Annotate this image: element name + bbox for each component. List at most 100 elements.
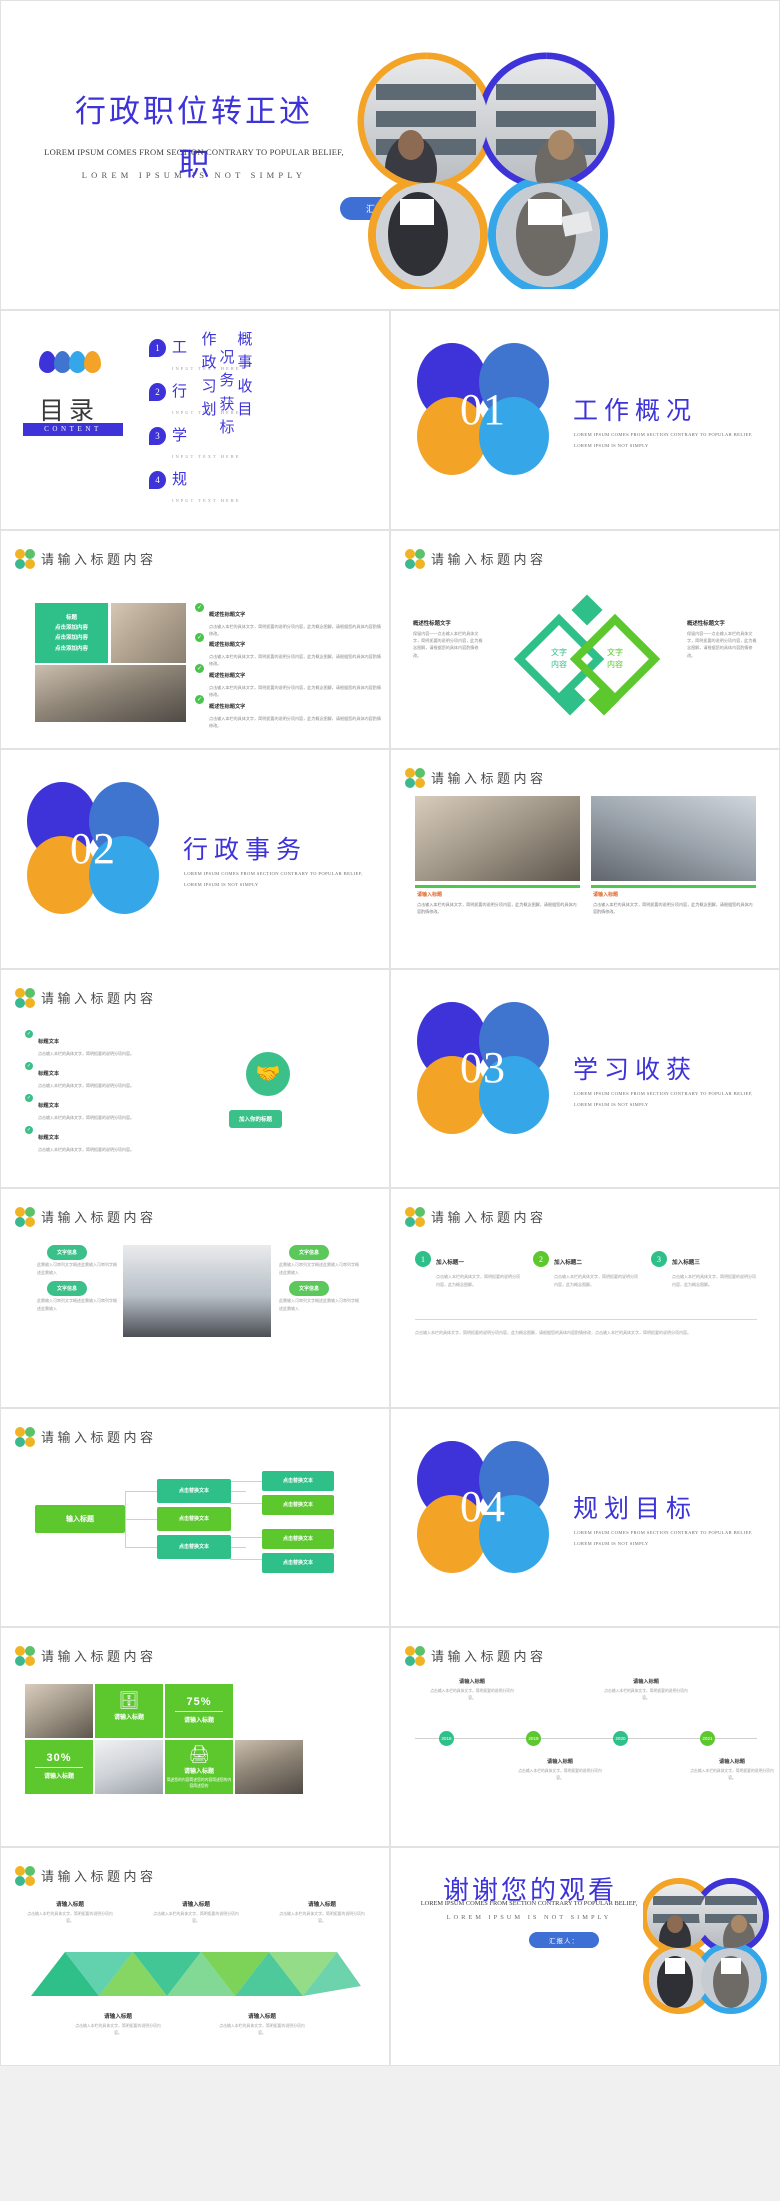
diamond-left-body: 保留内容——点击输入本栏的具体文字，简明扼要的说明分项内容，此为概念图解，请根据…: [413, 630, 483, 658]
slide-heading: 请输入标题内容: [41, 1868, 157, 1884]
icon-card-body: 简述您的内容简述您的内容简述您的内容简述您的: [166, 1778, 232, 1789]
toc-number: 1: [149, 339, 166, 357]
cover-photo-cluster: [357, 52, 615, 289]
timeline-node-1[interactable]: 2018: [439, 1731, 454, 1746]
bullet-dot-icon: ✓: [25, 1029, 33, 1038]
slide-thank-you[interactable]: 谢谢您的观看 LOREM IPSUM COMES FROM SECTION CO…: [390, 1846, 780, 2066]
bullet-heading: 标题文本: [38, 1102, 60, 1109]
icon-card-title: 请输入标题: [113, 1715, 144, 1721]
icon-card-archive: 🗄 请输入标题: [95, 1684, 163, 1738]
timeline-node-4[interactable]: 2021: [700, 1731, 715, 1746]
clover-icon: [15, 1426, 35, 1447]
slide-bullets-handshake[interactable]: 请输入标题内容 ✓ 标题文本 点击输入本栏的具体文字，简明扼要的说明分项内容。 …: [0, 968, 390, 1188]
org-connector: [230, 1546, 246, 1548]
toc-col4: 况 务 获 标: [219, 350, 237, 436]
stat-label: 请输入标题: [43, 1774, 74, 1780]
section-title: 工作概况: [573, 398, 698, 425]
org-connector: [230, 1536, 262, 1538]
slide-heading: 请输入标题内容: [41, 1429, 157, 1445]
tag-right-1[interactable]: 文字信息: [289, 1245, 330, 1260]
card-body-left: 点击输入本栏的具体文字，简明扼要的说明分项内容，此为概念图解，请根据您的具体内容…: [417, 902, 577, 915]
slide-cover[interactable]: 行政职位转正述 职 LOREM IPSUM COMES FROM SECTION…: [0, 0, 780, 310]
bullet-item: ✓ 标题文本 点击输入本栏的具体文字，简明扼要的说明分项内容。: [25, 1125, 175, 1153]
photo-grid-c: [235, 1740, 303, 1794]
ribbon-top-body-1: 点击输入本栏的具体文字，简明扼要的说明分项内容。: [27, 1910, 113, 1923]
org-connector: [230, 1490, 246, 1492]
timeline-bottom-heading-2: 请输入标题: [719, 1759, 745, 1765]
cover-subtitle-en-2: LOREM IPSUM IS NOT SIMPLY: [81, 170, 307, 180]
org-node-l2-3[interactable]: 点击替换文本: [157, 1534, 231, 1559]
toc-number: 4: [149, 471, 166, 489]
toc-heading-en: CONTENT: [23, 423, 123, 436]
clover-icon: [15, 548, 35, 569]
check-heading: 概述性标题文字: [209, 672, 246, 679]
timeline-top-body-1: 点击输入本栏的具体文字，简明扼要的说明分项内容。: [430, 1689, 514, 1701]
slide-two-photo-cards[interactable]: 请输入标题内容 请输入标题 请输入标题 点击输入本栏的具体文字，简明扼要的说明分…: [390, 749, 780, 969]
steps-footer-text: 点击输入本栏的具体文字，简明扼要的说明分项内容，此为概念图解，请根据您的具体内容…: [415, 1330, 691, 1335]
step-heading: 加入标题二: [554, 1260, 582, 1266]
org-root-node[interactable]: 输入标题: [35, 1504, 125, 1533]
org-connector: [125, 1490, 157, 1492]
slide-section-03[interactable]: 03 学习收获 LOREM IPSUM COMES FROM SECTION C…: [390, 968, 780, 1188]
diamond-right-text: 概述性标题文字 保留内容——点击输入本栏的具体文字，简明扼要的说明分项内容，此为…: [687, 619, 759, 659]
add-title-button[interactable]: 加入你的标题: [229, 1109, 283, 1128]
toc-item-4[interactable]: 4 规 INPUT TEXT HERE: [149, 471, 241, 507]
tag-left-2[interactable]: 文字信息: [47, 1281, 88, 1296]
step-body: 点击输入本栏的具体文字，简明扼要的说明分项内容，此为概念图解。: [672, 1274, 756, 1287]
bullet-body: 点击输入本栏的具体文字，简明扼要的说明分项内容。: [38, 1050, 134, 1056]
section-subtitle-en: LOREM IPSUM COMES FROM SECTION CONTRARY …: [574, 1090, 753, 1107]
step-number: 1: [415, 1251, 431, 1267]
slide-heading: 请输入标题内容: [431, 1649, 547, 1664]
section-title: 规划目标: [573, 1495, 698, 1523]
slide-section-04[interactable]: 04 规划目标 LOREM IPSUM COMES FROM SECTION C…: [390, 1407, 780, 1627]
step-item-3: 3 加入标题三 点击输入本栏的具体文字，简明扼要的说明分项内容，此为概念图解。: [651, 1251, 757, 1288]
ribbon-top-heading-2: 请输入标题: [182, 1901, 210, 1908]
check-heading: 概述性标题文字: [209, 641, 246, 648]
tag-left-1[interactable]: 文字信息: [47, 1245, 88, 1260]
section-number: 04: [460, 1482, 506, 1531]
thank-you-sub-2: LOREM IPSUM IS NOT SIMPLY: [446, 1913, 612, 1921]
section-number: 01: [460, 384, 506, 434]
svg-text:文字: 文字: [607, 647, 623, 657]
tag-right-2[interactable]: 文字信息: [289, 1281, 330, 1296]
org-node-l3-4[interactable]: 点击替换文本: [262, 1552, 334, 1573]
slide-section-02[interactable]: 02 行政事务 LOREM IPSUM COMES FROM SECTION C…: [0, 749, 390, 969]
thank-you-photo-cluster: [643, 1877, 769, 2014]
timeline-node-2[interactable]: 2019: [526, 1731, 541, 1746]
org-node-l3-2[interactable]: 点击替换文本: [262, 1494, 334, 1515]
check-heading: 概述性标题文字: [209, 611, 246, 618]
slide-diamond[interactable]: 请输入标题内容 文字 内容 文字 内容 概述性标题文字 保留内容——点击输入本栏…: [390, 529, 780, 749]
tag-left-1-body: 此需输入可串列文字概述此需输入可串列字概述此需输入: [37, 1262, 117, 1275]
org-node-l3-3[interactable]: 点击替换文本: [262, 1528, 334, 1549]
icon-card-printer: 🖨 请输入标题 简述您的内容简述您的内容简述您的内容简述您的: [165, 1740, 233, 1794]
slide-timeline[interactable]: 请输入标题内容 请输入标题 点击输入本栏的具体文字，简明扼要的说明分项内容。 请…: [390, 1627, 780, 1847]
timeline-node-3[interactable]: 2020: [613, 1731, 628, 1746]
svg-text:内容: 内容: [551, 659, 567, 669]
bullet-item: ✓ 标题文本 点击输入本栏的具体文字，简明扼要的说明分项内容。: [25, 1061, 175, 1089]
bullet-heading: 标题文本: [38, 1070, 60, 1077]
clover-icon: [405, 548, 425, 569]
org-connector: [230, 1502, 262, 1504]
stat-card-a: 75% 请输入标题: [165, 1684, 233, 1738]
slide-photo-stat-grid[interactable]: 请输入标题内容 🗄 请输入标题 75% 请输入标题 30% 请输入标题 🖨 请输…: [0, 1627, 390, 1847]
checklist-item: ✓ 概述性标题文字 点击输入本栏的具体文字，简明扼要的说明分项内容，此为概念图解…: [195, 663, 385, 698]
stat-label: 请输入标题: [183, 1718, 214, 1724]
slide-heading: 请输入标题内容: [431, 551, 547, 567]
org-node-l2-1[interactable]: 点击替换文本: [157, 1478, 231, 1503]
stat-divider: [35, 1767, 83, 1768]
slide-toc[interactable]: 目录 CONTENT 1 工 INPUT TEXT HERE 2 行 INPUT T…: [0, 310, 390, 530]
org-node-l2-2[interactable]: 点击替换文本: [157, 1506, 231, 1531]
section-subtitle-en: LOREM IPSUM COMES FROM SECTION CONTRARY …: [574, 432, 753, 449]
toc-label: 学: [172, 428, 189, 444]
slide-org-chart[interactable]: 请输入标题内容 输入标题 点击替换文本 点击替换文本 点击替换文本 点击替换文本…: [0, 1407, 390, 1627]
slide-section-01[interactable]: 01 工作概况 LOREM IPSUM COMES FROM SECTION C…: [390, 310, 780, 530]
green-box-line3: 点击添加内容: [54, 645, 88, 652]
slide-ribbon[interactable]: 请输入标题内容 请输入标题 点击输入本栏的具体文字，简明扼要的说明分项内容。 请…: [0, 1846, 390, 2066]
thank-you-presenter-pill[interactable]: 汇报人：: [529, 1931, 599, 1948]
tag-left-2-body: 此需输入可串列文字概述此需输入可串列字概述此需输入: [37, 1298, 117, 1311]
slide-room-tags[interactable]: 请输入标题内容 文字信息 此需输入可串列文字概述此需输入可串列字概述此需输入 文…: [0, 1188, 390, 1408]
org-node-l3-1[interactable]: 点击替换文本: [262, 1470, 334, 1491]
slide-photo-checklist[interactable]: 请输入标题内容 标题 点击添加内容 点击添加内容 点击添加内容 ✓ 概述性标题文…: [0, 529, 390, 749]
icon-card-title: 请输入标题: [183, 1769, 214, 1775]
slide-three-steps[interactable]: 请输入标题内容 1 加入标题一 点击输入本栏的具体文字，简明扼要的说明分项内容，…: [390, 1188, 780, 1408]
